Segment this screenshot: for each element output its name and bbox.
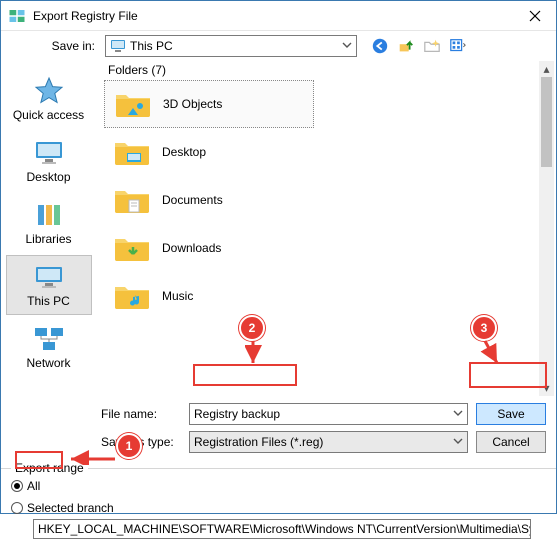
export-registry-dialog: Export Registry File Save in: This PC Qu… (0, 0, 557, 514)
branch-path-value: HKEY_LOCAL_MACHINE\SOFTWARE\Microsoft\Wi… (38, 522, 531, 536)
radio-all-label: All (27, 479, 40, 493)
sidebar-item-label: Network (26, 356, 70, 370)
titlebar: Export Registry File (1, 1, 556, 31)
folder-item-desktop[interactable]: Desktop (104, 128, 538, 176)
file-fields: File name: Registry backup Save Save as … (1, 396, 556, 462)
sidebar-item-label: Libraries (25, 232, 71, 246)
folder-icon (112, 278, 152, 314)
window-title: Export Registry File (33, 9, 514, 23)
scroll-thumb[interactable] (541, 77, 552, 167)
savein-value: This PC (130, 39, 173, 53)
chevron-down-icon (453, 407, 463, 421)
sidebar-item-libraries[interactable]: Libraries (6, 193, 92, 253)
save-button[interactable]: Save (476, 403, 546, 425)
content-scrollbar[interactable]: ▴ ▾ (539, 61, 554, 396)
folder-item-3d-objects[interactable]: 3D Objects (104, 80, 314, 128)
cancel-button[interactable]: Cancel (476, 431, 546, 453)
body: Quick access Desktop Libraries This PC N… (1, 61, 556, 396)
savein-combo[interactable]: This PC (105, 35, 357, 57)
folder-label: 3D Objects (163, 97, 222, 111)
libraries-icon (32, 200, 66, 230)
radio-selected-branch[interactable]: Selected branch (11, 499, 546, 517)
folder-label: Documents (162, 193, 223, 207)
filename-label: File name: (101, 407, 181, 421)
sidebar-item-network[interactable]: Network (6, 317, 92, 377)
group-header: Folders (7) (104, 61, 538, 77)
folder-label: Desktop (162, 145, 206, 159)
regedit-icon (7, 6, 27, 26)
filename-input[interactable]: Registry backup (189, 403, 468, 425)
folder-label: Downloads (162, 241, 221, 255)
branch-path-input[interactable]: HKEY_LOCAL_MACHINE\SOFTWARE\Microsoft\Wi… (33, 519, 531, 539)
nav-up-icon[interactable] (395, 35, 417, 57)
sidebar-item-quick-access[interactable]: Quick access (6, 69, 92, 129)
thispc-icon (32, 262, 66, 292)
folder-item-documents[interactable]: Documents (104, 176, 538, 224)
savein-label: Save in: (1, 39, 101, 53)
folder-icon (113, 86, 153, 122)
savein-toolbar: Save in: This PC (1, 31, 556, 61)
export-range-label: Export range (11, 461, 88, 475)
quick-access-icon (32, 76, 66, 106)
chevron-down-icon (342, 39, 352, 53)
chevron-down-icon (453, 435, 463, 449)
saveastype-value: Registration Files (*.reg) (194, 435, 323, 449)
folder-icon (112, 230, 152, 266)
folder-label: Music (162, 289, 193, 303)
folder-item-downloads[interactable]: Downloads (104, 224, 538, 272)
sidebar-item-label: Quick access (13, 108, 84, 122)
filename-value: Registry backup (194, 407, 280, 421)
thispc-icon (110, 38, 126, 54)
desktop-icon (32, 138, 66, 168)
saveastype-combo[interactable]: Registration Files (*.reg) (189, 431, 468, 453)
folder-item-music[interactable]: Music (104, 272, 538, 320)
view-menu-icon[interactable] (447, 35, 469, 57)
sidebar-item-desktop[interactable]: Desktop (6, 131, 92, 191)
folder-icon (112, 134, 152, 170)
sidebar-item-this-pc[interactable]: This PC (6, 255, 92, 315)
scroll-down-icon[interactable]: ▾ (539, 380, 554, 396)
saveastype-label: Save as type: (101, 435, 181, 449)
nav-back-icon[interactable] (369, 35, 391, 57)
export-range-group: Export range All Selected branch HKEY_LO… (1, 468, 556, 545)
sidebar-item-label: Desktop (26, 170, 70, 184)
network-icon (32, 324, 66, 354)
radio-branch-label: Selected branch (27, 501, 114, 515)
sidebar-item-label: This PC (27, 294, 70, 308)
scroll-up-icon[interactable]: ▴ (539, 61, 554, 77)
new-folder-icon[interactable] (421, 35, 443, 57)
radio-all[interactable]: All (11, 477, 546, 495)
window-close-button[interactable] (514, 1, 556, 31)
folder-icon (112, 182, 152, 218)
radio-icon (11, 480, 23, 492)
radio-icon (11, 502, 23, 514)
places-sidebar: Quick access Desktop Libraries This PC N… (1, 61, 96, 396)
file-list-pane: Folders (7) 3D Objects Desktop (96, 61, 556, 396)
